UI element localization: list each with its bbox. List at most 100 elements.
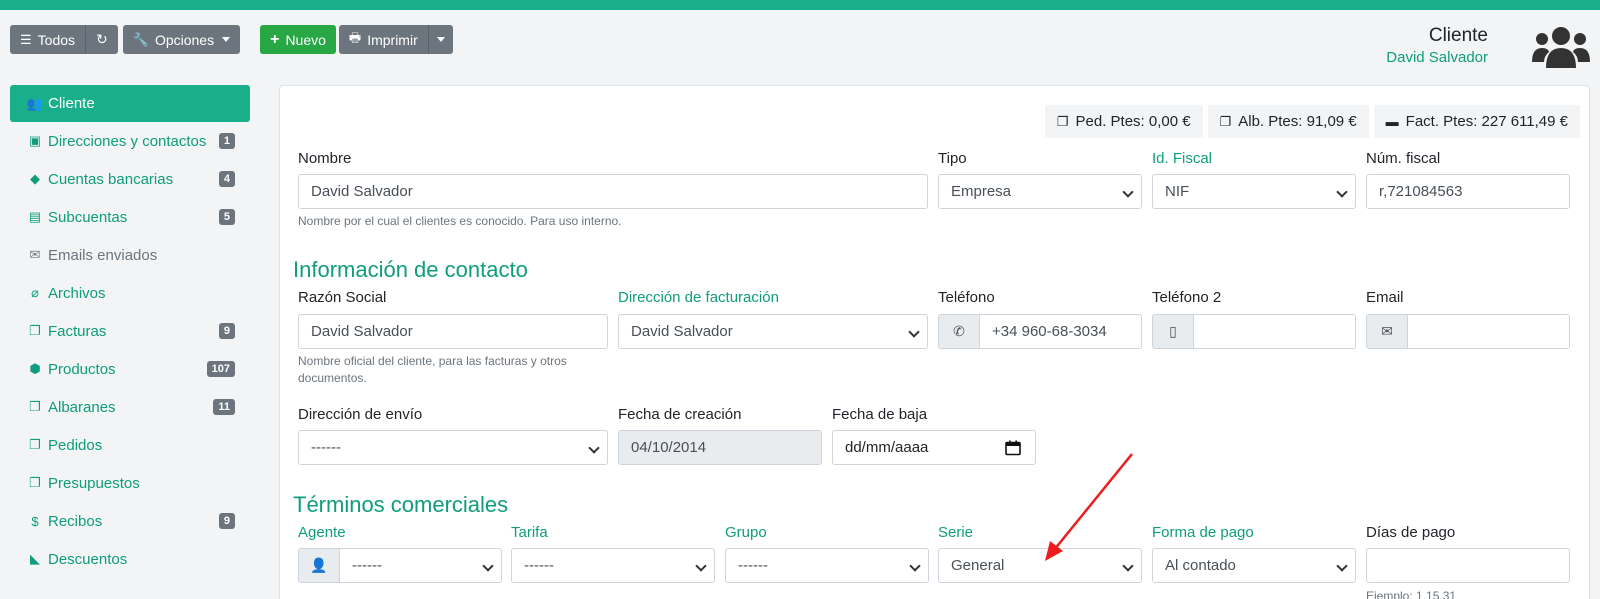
annotation-arrow [1045, 453, 1133, 561]
nombre-help: Nombre por el cual el clientes es conoci… [298, 214, 622, 228]
dollar-icon: $ [31, 513, 39, 529]
baja-label: Fecha de baja [832, 406, 928, 423]
count-badge: 1 [218, 133, 235, 149]
tipo-select[interactable]: Empresa [938, 174, 1142, 209]
numfiscal-input[interactable]: r,721084563 [1366, 174, 1570, 209]
direccion-label[interactable]: Dirección de facturación [618, 289, 779, 306]
count-badge: 5 [218, 209, 235, 225]
facturas-pendientes[interactable]: ▬ Fact. Ptes: 227 611,49 € [1373, 105, 1580, 138]
razon-input[interactable]: David Salvador [298, 314, 608, 349]
agente-select[interactable]: ------ [339, 548, 502, 583]
copy-icon: ❐ [29, 399, 41, 414]
imprimir-button[interactable]: 🖶 Imprimir [338, 25, 428, 54]
telefono-label: Teléfono [938, 289, 995, 306]
razon-label: Razón Social [298, 289, 387, 306]
forma-pago-select[interactable]: Al contado [1152, 548, 1356, 583]
count-badge: 9 [218, 513, 235, 529]
refresh-button[interactable]: ↻ [85, 25, 118, 54]
count-badge: 11 [213, 399, 235, 415]
plus-icon: + [270, 30, 280, 48]
sidebar: 👥 Cliente ▣ Direcciones y contactos 1 ◆ Cuen… [10, 85, 250, 578]
nombre-label: Nombre [298, 150, 352, 167]
creacion-input[interactable]: 04/10/2014 [618, 430, 822, 465]
cubes-icon: ⬢ [29, 361, 41, 376]
users-icon [1532, 27, 1590, 68]
page-subtitle[interactable]: David Salvador [1386, 49, 1488, 66]
envio-label: Dirección de envío [298, 406, 423, 423]
user-tie-icon: 👤 [298, 548, 340, 583]
telefono2-input[interactable] [1193, 314, 1356, 349]
pedidos-pendientes[interactable]: ❐ Ped. Ptes: 0,00 € [1044, 105, 1203, 138]
sidebar-item-facturas[interactable]: ❐ Facturas 9 [10, 312, 250, 350]
header-title: Cliente David Salvador [1386, 25, 1488, 66]
sidebar-item-archivos[interactable]: ⌀ Archivos [10, 274, 250, 312]
sidebar-item-direcciones[interactable]: ▣ Direcciones y contactos 1 [10, 122, 250, 160]
sidebar-item-subcuentas[interactable]: ▤ Subcuentas 5 [10, 198, 250, 236]
grupo-select[interactable]: ------ [725, 548, 929, 583]
sidebar-item-presupuestos[interactable]: ❐ Presupuestos [10, 464, 250, 502]
users-icon: 👥 [26, 95, 44, 111]
count-badge: 107 [206, 361, 235, 377]
comercial-section-title: Términos comerciales [293, 492, 509, 517]
serie-label[interactable]: Serie [938, 524, 973, 541]
caret-down-icon [436, 37, 445, 42]
forma-pago-label[interactable]: Forma de pago [1152, 524, 1254, 541]
totals-bar: ❐ Ped. Ptes: 0,00 € ❐ Alb. Ptes: 91,09 € ▬… [1044, 105, 1580, 138]
tipo-label: Tipo [938, 150, 967, 167]
creacion-label: Fecha de creación [618, 406, 742, 423]
email-input[interactable] [1407, 314, 1570, 349]
idfiscal-label[interactable]: Id. Fiscal [1152, 150, 1212, 167]
dias-pago-input[interactable] [1366, 548, 1570, 583]
agente-label[interactable]: Agente [298, 524, 346, 541]
nombre-input[interactable]: David Salvador [298, 174, 928, 209]
print-icon: 🖶 [348, 29, 362, 45]
numfiscal-label: Núm. fiscal [1366, 150, 1441, 167]
money-bill-icon: ▬ [1385, 114, 1399, 129]
caret-down-icon [222, 37, 231, 42]
count-badge: 9 [218, 323, 235, 339]
sidebar-item-cuentas[interactable]: ◆ Cuentas bancarias 4 [10, 160, 250, 198]
razon-help: Nombre oficial del cliente, para las fac… [298, 354, 567, 385]
baja-input[interactable]: dd/mm/aaaa [832, 430, 1036, 465]
dias-pago-label: Días de pago [1366, 524, 1456, 541]
refresh-icon: ↻ [96, 31, 108, 47]
copy-icon: ❐ [1219, 113, 1232, 129]
address-book-icon: ▣ [28, 133, 42, 148]
calendar-icon[interactable] [1005, 440, 1021, 456]
tags-icon: ◣ [30, 551, 40, 566]
imprimir-group: 🖶 Imprimir [338, 25, 453, 54]
book-icon: ▤ [28, 209, 42, 224]
direccion-select[interactable]: David Salvador [618, 314, 928, 349]
paperclip-icon: ⌀ [31, 285, 39, 300]
envio-select[interactable]: ------ [298, 430, 608, 465]
albaranes-pendientes[interactable]: ❐ Alb. Ptes: 91,09 € [1207, 105, 1369, 138]
todos-button[interactable]: ☰ Todos [10, 25, 86, 54]
copy-icon: ❐ [29, 323, 41, 338]
sidebar-item-pedidos[interactable]: ❐ Pedidos [10, 426, 250, 464]
list-icon: ☰ [20, 31, 32, 47]
idfiscal-select[interactable]: NIF [1152, 174, 1356, 209]
opciones-button[interactable]: 🔧 Opciones [122, 25, 241, 54]
telefono-input[interactable]: +34 960-68-3034 [979, 314, 1142, 349]
nuevo-button[interactable]: + Nuevo [260, 25, 336, 54]
mobile-icon: ▯ [1152, 314, 1194, 349]
phone-icon: ✆ [938, 314, 980, 349]
sidebar-item-albaranes[interactable]: ❐ Albaranes 11 [10, 388, 250, 426]
top-accent-bar [0, 0, 1600, 10]
copy-icon: ❐ [1056, 113, 1069, 129]
grupo-label[interactable]: Grupo [725, 524, 767, 541]
sidebar-item-productos[interactable]: ⬢ Productos 107 [10, 350, 250, 388]
tarifa-label[interactable]: Tarifa [511, 524, 548, 541]
email-label: Email [1366, 289, 1404, 306]
imprimir-dropdown-button[interactable] [427, 25, 453, 54]
sidebar-item-recibos[interactable]: $ Recibos 9 [10, 502, 250, 540]
dias-pago-help: Ejemplo: 1,15,31 [1366, 589, 1457, 599]
copy-icon: ❐ [29, 437, 41, 452]
sidebar-item-descuentos[interactable]: ◣ Descuentos [10, 540, 250, 578]
sidebar-item-emails[interactable]: ✉ Emails enviados [10, 236, 250, 274]
sidebar-item-cliente[interactable]: 👥 Cliente [10, 85, 250, 122]
copy-icon: ❐ [29, 475, 41, 490]
todos-group: ☰ Todos ↻ [10, 25, 118, 54]
envelope-icon: ✉ [29, 247, 41, 262]
tarifa-select[interactable]: ------ [511, 548, 715, 583]
